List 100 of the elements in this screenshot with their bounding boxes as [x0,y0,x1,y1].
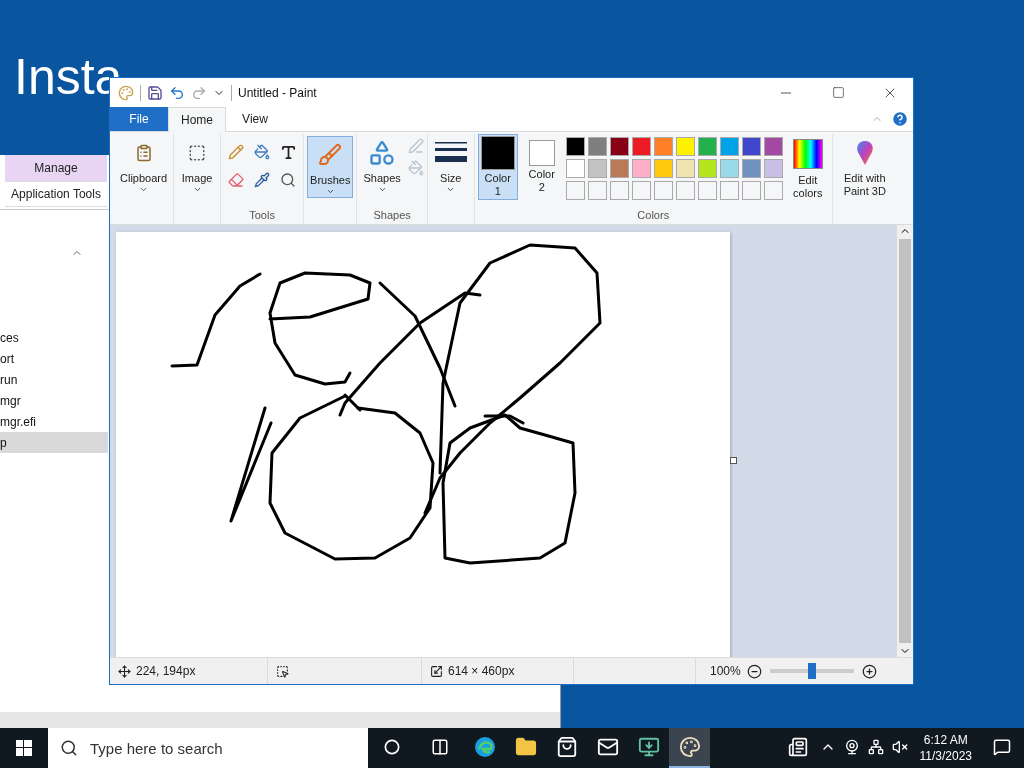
palette-swatch[interactable] [675,137,695,156]
color-slot-button[interactable]: Color 2 [521,134,562,196]
ribbon-tab[interactable]: Manage [5,155,107,182]
shapes-icon [368,139,397,167]
slider-thumb[interactable] [807,663,816,679]
file-item[interactable]: p [0,432,108,453]
speech-bubble-icon [993,738,1011,756]
vertical-scrollbar[interactable] [897,225,913,657]
scroll-thumb[interactable] [899,239,911,643]
palette-swatch[interactable] [587,137,607,156]
folder-icon [514,736,537,758]
zoom-out-icon[interactable] [746,663,762,679]
muted-speaker-icon [891,739,908,755]
redo-icon[interactable] [191,84,207,101]
palette-swatch[interactable] [653,159,673,178]
file-item[interactable]: run [0,369,108,390]
ribbon-tab[interactable]: Home [168,107,226,132]
fill-icon [407,160,424,176]
palette-swatch[interactable] [741,137,761,156]
pencil-icon[interactable] [228,144,245,161]
spectrum-icon [792,139,823,169]
palette-swatch[interactable] [609,159,629,178]
empty-swatch[interactable] [763,181,783,200]
palette-swatch[interactable] [587,159,607,178]
search-bar[interactable]: Type here to search [48,728,368,768]
zoom-in-icon[interactable] [861,663,877,679]
color-slot-button[interactable]: Color 1 [477,134,518,200]
network-icon [867,739,884,755]
paint-3d-icon [854,140,875,166]
shapes-button[interactable]: Shapes [360,134,404,196]
window-title: Untitled - Paint [238,85,317,100]
palette-icon [678,736,701,758]
clipboard-icon [134,144,153,162]
palette-swatch[interactable] [697,137,717,156]
shopping-bag-icon [555,736,578,758]
taskbar-app[interactable] [669,728,710,768]
text-tool-icon[interactable] [279,143,297,161]
mail-icon [596,736,619,758]
circle-icon [384,739,400,755]
search-field[interactable]: Type here to search [88,738,368,758]
image-size-icon [430,664,443,678]
palette-swatch[interactable] [675,159,695,178]
file-item[interactable]: ort [0,348,108,369]
clipboard-button[interactable]: Clipboard [117,134,171,196]
resize-handle[interactable] [730,457,737,464]
selection-size-icon [276,664,289,678]
search-icon [60,739,78,757]
group-label: Shapes [373,209,411,223]
empty-swatch[interactable] [609,181,629,200]
file-item[interactable]: mgr.efi [0,411,108,432]
palette-swatch[interactable] [697,159,717,178]
palette-swatch[interactable] [763,137,783,156]
color-picker-icon[interactable] [254,172,271,189]
monitor-icon [637,736,660,758]
news-icon [787,737,808,757]
save-icon[interactable] [147,84,163,101]
empty-swatch[interactable] [741,181,761,200]
image-size: 614 × 460px [448,664,515,678]
palette-swatch[interactable] [609,137,629,156]
palette-swatch[interactable] [763,159,783,178]
selection-icon [188,144,207,162]
magnifier-icon[interactable] [280,172,297,189]
file-item[interactable]: ces [0,327,108,348]
palette-swatch[interactable] [741,159,761,178]
paint-3d-button[interactable]: Edit with Paint 3D [834,134,895,200]
scrollbar[interactable] [0,712,560,728]
undo-icon[interactable] [169,84,185,101]
empty-swatch[interactable] [653,181,673,200]
brushes-button[interactable]: Brushes [307,136,354,198]
windows-logo-icon [16,740,32,756]
image-button[interactable]: Image [177,134,218,196]
palette-swatch[interactable] [719,159,739,178]
size-button[interactable]: Size [430,134,471,196]
empty-swatch[interactable] [631,181,651,200]
line-width-icon [433,142,468,164]
help-icon[interactable] [891,110,909,128]
eraser-icon[interactable] [228,172,245,189]
palette-swatch[interactable] [719,137,739,156]
empty-swatch[interactable] [697,181,717,200]
maximize-icon[interactable] [831,86,845,99]
file-item[interactable]: mgr [0,390,108,411]
zoom-level: 100% [710,664,741,678]
empty-swatch[interactable] [675,181,695,200]
cursor-position: 224, 194px [136,664,196,678]
clock[interactable]: 6:12 AM 11/3/2023 [911,732,980,764]
empty-swatch[interactable] [587,181,607,200]
palette-swatch[interactable] [631,159,651,178]
task-view-icon [431,738,449,756]
palette-icon [118,84,134,101]
empty-swatch[interactable] [565,181,585,200]
edit-colors-button[interactable]: Edit colors [786,134,829,202]
camera-icon [843,739,860,755]
empty-swatch[interactable] [719,181,739,200]
fill-bucket-icon[interactable] [254,144,271,161]
group-label: Colors [637,209,670,223]
palette-swatch[interactable] [631,137,651,156]
palette-swatch[interactable] [565,159,585,178]
file-menu[interactable]: File [110,107,168,131]
palette-swatch[interactable] [653,137,673,156]
palette-swatch[interactable] [565,137,585,156]
